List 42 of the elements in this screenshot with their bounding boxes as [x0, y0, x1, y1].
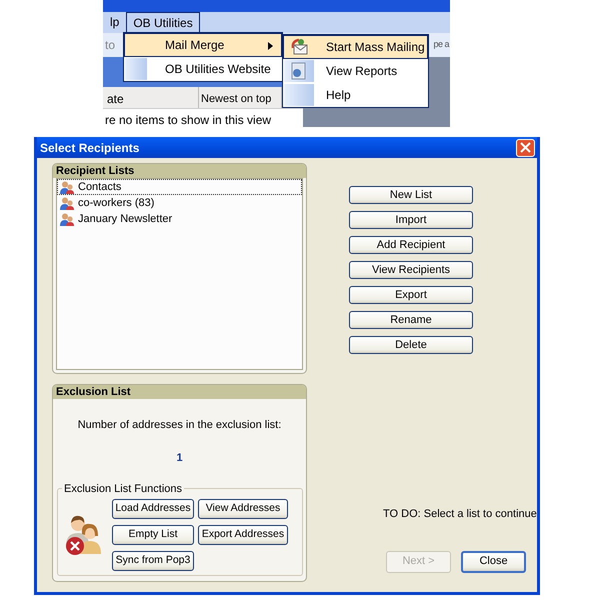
close-button[interactable]: Close [461, 550, 526, 572]
exclusion-button[interactable]: Load Addresses [112, 499, 194, 519]
menu-item[interactable]: Start Mass Mailing [283, 35, 428, 59]
exclusion-caption: Number of addresses in the exclusion list: [76, 418, 282, 433]
menu-item[interactable]: Help [283, 83, 428, 107]
people-icon [60, 180, 75, 194]
toolbar-text: to [105, 37, 116, 54]
window-title: Select Recipients [40, 140, 140, 156]
list-action-button[interactable]: Rename [349, 311, 473, 329]
people-icon [60, 212, 75, 226]
menu-item[interactable]: View Reports [283, 59, 428, 83]
menu-bar-item[interactable]: OB Utilities [126, 12, 200, 33]
list-item[interactable]: January Newsletter [57, 211, 302, 227]
list-action-button[interactable]: Delete [349, 336, 473, 354]
panel-header: Exclusion List [53, 385, 306, 399]
people-icon [60, 196, 75, 210]
list-action-button[interactable]: Import [349, 211, 473, 229]
column-header[interactable]: ate [103, 87, 199, 108]
report-icon [291, 62, 307, 80]
panel-header: Recipient Lists [53, 164, 306, 178]
exclusion-button[interactable]: Sync from Pop3 [112, 551, 194, 571]
toolbar-text: pe a [433, 38, 449, 52]
list-action-button[interactable]: View Recipients [349, 261, 473, 279]
submenu-arrow-icon [268, 42, 273, 50]
empty-message: re no items to show in this view [104, 112, 272, 127]
exclusion-count: 1 [175, 450, 184, 466]
close-icon [520, 142, 531, 153]
exclusion-button[interactable]: Empty List [112, 525, 194, 545]
exclusion-button[interactable]: Export Addresses [198, 525, 288, 545]
list-item[interactable]: Contacts [57, 179, 302, 195]
people-remove-icon [64, 514, 104, 556]
menu-bar-item[interactable]: lp [103, 12, 126, 33]
list-action-button[interactable]: Add Recipient [349, 236, 473, 254]
menu-item[interactable]: OB Utilities Website [124, 57, 282, 81]
exclusion-button[interactable]: View Addresses [198, 499, 288, 519]
list-action-button[interactable]: Export [349, 286, 473, 304]
list-action-button[interactable]: New List [349, 186, 473, 204]
close-button[interactable] [516, 138, 535, 156]
list-item[interactable]: co-workers (83) [57, 195, 302, 211]
menu-item[interactable]: Mail Merge [124, 33, 282, 57]
envelope-icon [290, 38, 308, 56]
status-text: TO DO: Select a list to continue [383, 507, 537, 522]
